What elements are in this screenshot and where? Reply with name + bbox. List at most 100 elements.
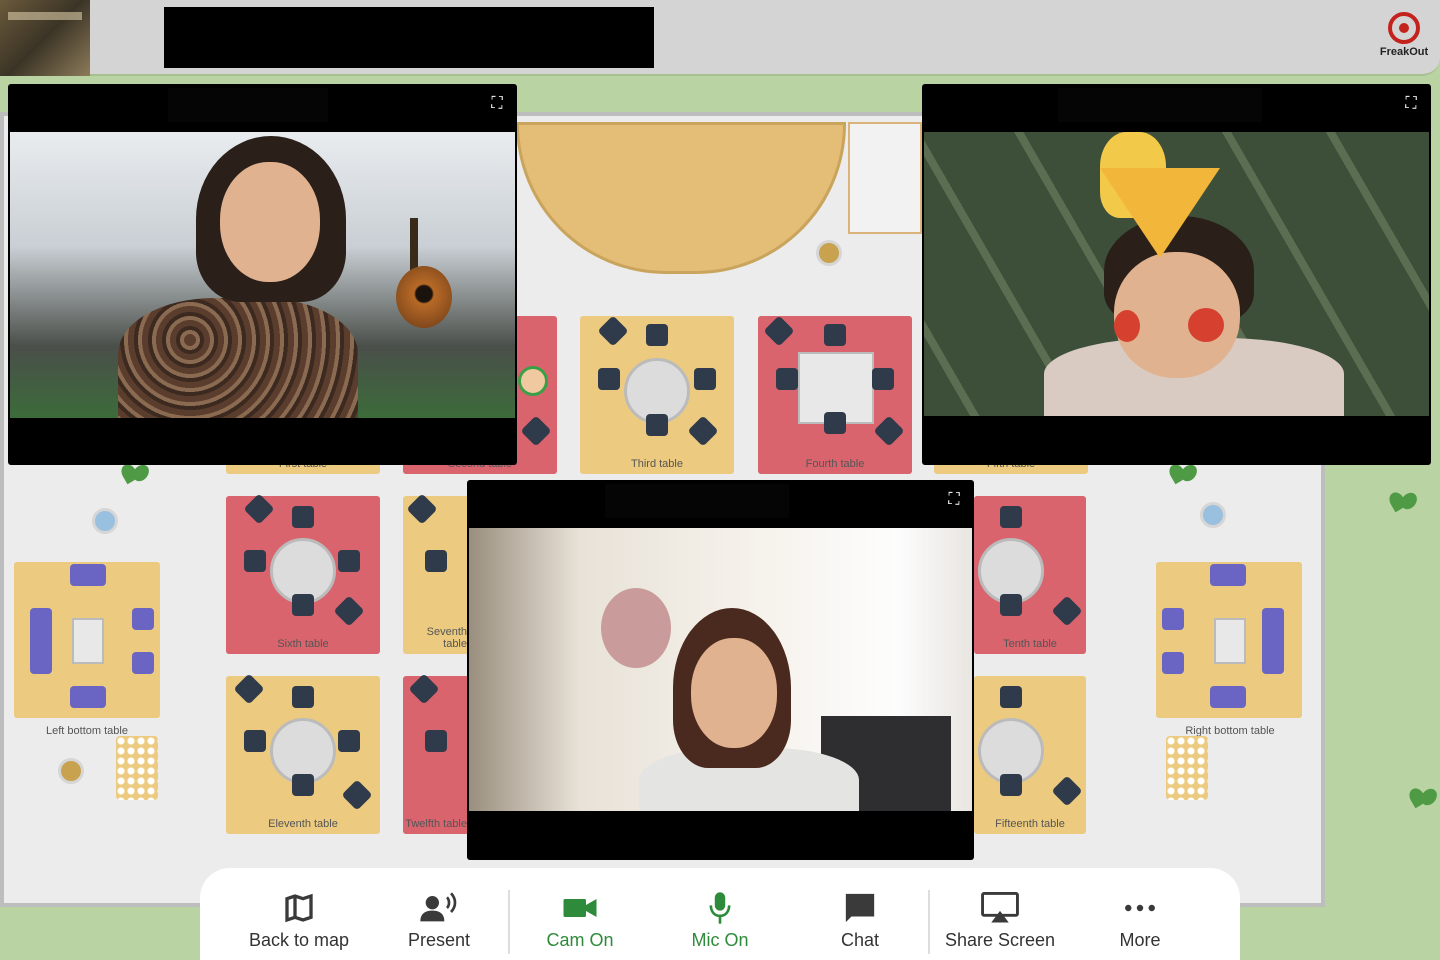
seat (425, 550, 447, 572)
participant-name-redacted (168, 88, 328, 122)
mic-on-button[interactable]: Mic On (655, 890, 785, 951)
logo-text: FreakOut (1379, 46, 1429, 58)
button-label: Cam On (546, 930, 614, 950)
seat (233, 673, 265, 705)
seat (406, 493, 438, 525)
seat (776, 368, 798, 390)
table-label: Third table (631, 458, 683, 470)
table-label: Tenth table (1003, 638, 1057, 650)
pepperoni-cheek-filter (1114, 310, 1140, 342)
seat (597, 315, 629, 347)
table-fourth[interactable]: Fourth table (758, 315, 912, 474)
floor-mat (1166, 736, 1208, 800)
sofa (1210, 564, 1246, 586)
toolbar-divider (928, 890, 930, 954)
mic-icon (709, 892, 731, 924)
bottom-toolbar: Back to map Present Cam On Mic On Chat S… (200, 868, 1240, 960)
table-right-bottom[interactable] (1156, 562, 1302, 718)
table-tenth[interactable]: Tenth table (974, 496, 1086, 654)
table-left-bottom[interactable] (14, 562, 160, 718)
sofa (30, 608, 52, 674)
guitar (396, 218, 452, 328)
table-label: Fifteenth table (995, 818, 1065, 830)
button-label: Back to map (248, 930, 350, 950)
seat (646, 324, 668, 346)
table-third[interactable]: Third table (580, 315, 734, 474)
present-button[interactable]: Present (374, 890, 504, 951)
seat (243, 493, 275, 525)
freakout-logo-icon (1388, 12, 1420, 44)
button-label: Present (407, 930, 471, 950)
sofa (1162, 608, 1184, 630)
table-twelfth[interactable]: Twelfth table (403, 673, 469, 834)
camera-icon (563, 899, 597, 917)
seat (338, 730, 360, 752)
button-label: Share Screen (944, 930, 1056, 950)
seat (1000, 774, 1022, 796)
seat (694, 368, 716, 390)
video-tile-participant-3[interactable]: ⛶ (467, 480, 974, 860)
clover-icon (1170, 464, 1198, 484)
video-tile-participant-2[interactable]: ⛶ (922, 84, 1431, 465)
seat (333, 595, 365, 627)
expand-icon[interactable]: ⛶ (1401, 94, 1421, 114)
seat (520, 415, 552, 447)
seat (1000, 686, 1022, 708)
seat (244, 730, 266, 752)
user-avatar-pin[interactable] (518, 366, 548, 396)
plant-pot-icon (816, 240, 842, 266)
participant-name-redacted (1058, 88, 1262, 122)
seat (872, 368, 894, 390)
seat (292, 686, 314, 708)
present-icon (420, 892, 457, 922)
seat (687, 415, 719, 447)
table-fifteenth[interactable]: Fifteenth table (974, 676, 1086, 834)
chat-button[interactable]: Chat (795, 890, 925, 951)
seat (1000, 506, 1022, 528)
table-label: Sixth table (277, 638, 329, 650)
top-bar: FreakOut (0, 0, 1440, 76)
seat (646, 414, 668, 436)
freakout-logo: FreakOut (1376, 12, 1432, 64)
table-label: Fourth table (805, 458, 865, 470)
seat (763, 315, 795, 347)
chat-icon (845, 893, 875, 923)
expand-icon[interactable]: ⛶ (487, 94, 507, 114)
share-screen-icon (981, 892, 1019, 923)
seat (824, 412, 846, 434)
table-eleventh[interactable]: Eleventh table (226, 673, 380, 834)
table-surface (72, 618, 104, 664)
pizza-hat-filter (1100, 168, 1220, 258)
more-button[interactable]: More (1075, 890, 1205, 951)
more-icon (1125, 904, 1155, 912)
sofa (132, 652, 154, 674)
cam-on-button[interactable]: Cam On (515, 890, 645, 951)
clover-icon (1390, 492, 1418, 512)
table-sixth[interactable]: Sixth table (226, 493, 380, 654)
table-surface (1214, 618, 1246, 664)
sofa (1262, 608, 1284, 674)
back-to-map-button[interactable]: Back to map (234, 890, 364, 951)
person-shirt (118, 298, 358, 418)
video-tile-participant-1[interactable]: ⛶ (8, 84, 517, 465)
seat (244, 550, 266, 572)
button-label: More (1119, 930, 1161, 950)
share-screen-button[interactable]: Share Screen (935, 890, 1065, 951)
expand-icon[interactable]: ⛶ (944, 490, 964, 510)
lamp-icon (1200, 502, 1226, 528)
toolbar-divider (508, 890, 510, 954)
person-face (220, 162, 320, 282)
plant-pot-icon (58, 758, 84, 784)
seat (1000, 594, 1022, 616)
seat (408, 673, 440, 705)
person-face (691, 638, 777, 748)
lamp-icon (92, 508, 118, 534)
table-label: Twelfth table (405, 818, 467, 830)
floor-mat (116, 736, 158, 800)
room-title-redacted (164, 7, 654, 68)
room-thumbnail[interactable] (0, 0, 90, 76)
seat (824, 324, 846, 346)
table-seventh[interactable]: Seventh table (403, 493, 469, 654)
button-label: Mic On (691, 930, 749, 950)
pepperoni-cheek-filter (1188, 308, 1224, 342)
